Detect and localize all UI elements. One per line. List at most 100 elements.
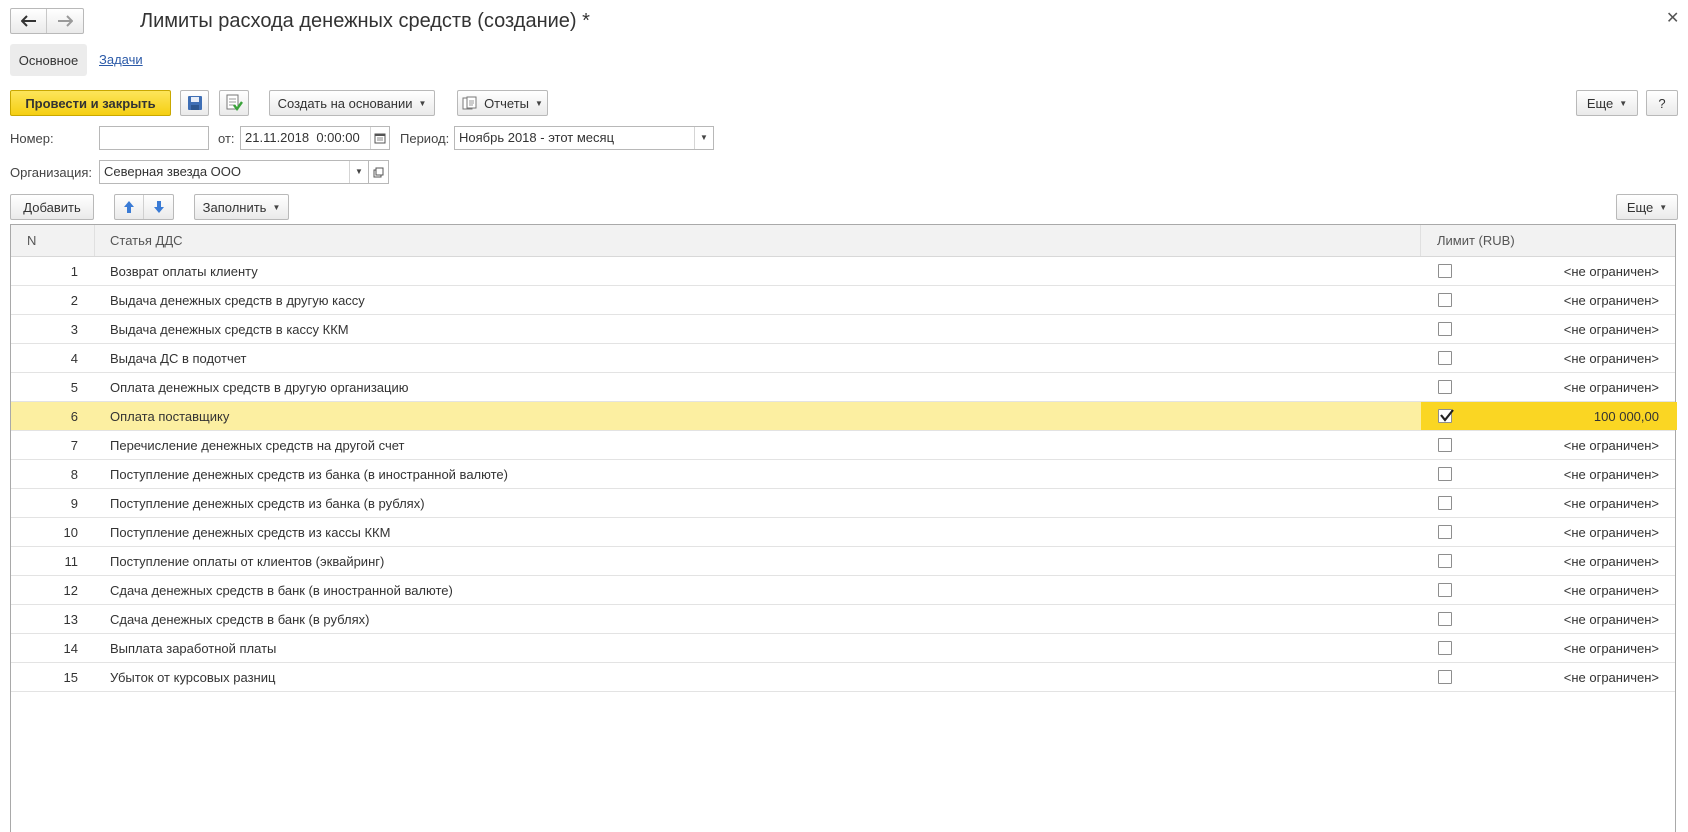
move-up-button[interactable]	[115, 195, 144, 219]
chevron-down-icon: ▼	[272, 202, 281, 212]
organization-field[interactable]: Северная звезда ООО ▼	[99, 160, 369, 184]
row-number: 5	[70, 380, 78, 395]
limit-checkbox[interactable]	[1438, 670, 1452, 684]
row-limit-value[interactable]: <не ограничен>	[1564, 431, 1659, 460]
chevron-down-icon: ▼	[355, 167, 363, 176]
row-item-name[interactable]: Возврат оплаты клиенту	[110, 257, 258, 286]
create-based-on-button[interactable]: Создать на основании ▼	[269, 90, 435, 116]
table-row[interactable]: 8 Поступление денежных средств из банка (…	[11, 460, 1675, 489]
row-item-name[interactable]: Оплата поставщику	[110, 402, 229, 431]
table-row[interactable]: 1 Возврат оплаты клиенту <не ограничен>	[11, 257, 1675, 286]
date-field[interactable]: 21.11.2018 0:00:00	[240, 126, 390, 150]
table-row[interactable]: 4 Выдача ДС в подотчет <не ограничен>	[11, 344, 1675, 373]
row-item-name[interactable]: Выплата заработной платы	[110, 634, 276, 663]
floppy-disk-icon	[187, 96, 202, 110]
row-limit-value[interactable]: <не ограничен>	[1564, 315, 1659, 344]
reports-button[interactable]: Отчеты ▼	[457, 90, 548, 116]
limit-checkbox[interactable]	[1438, 583, 1452, 597]
chevron-down-icon: ▼	[700, 133, 708, 142]
row-limit-value[interactable]: <не ограничен>	[1564, 460, 1659, 489]
organization-open-button[interactable]	[368, 160, 389, 184]
table-row[interactable]: 13 Сдача денежных средств в банк (в рубля…	[11, 605, 1675, 634]
row-limit-value[interactable]: <не ограничен>	[1564, 663, 1659, 692]
table-row[interactable]: 10 Поступление денежных средств из кассы …	[11, 518, 1675, 547]
row-limit-value[interactable]: <не ограничен>	[1564, 547, 1659, 576]
row-limit-value[interactable]: <не ограничен>	[1564, 518, 1659, 547]
table-row[interactable]: 3 Выдача денежных средств в кассу ККМ <не …	[11, 315, 1675, 344]
row-item-name[interactable]: Поступление денежных средств из банка (в…	[110, 460, 508, 489]
limit-checkbox[interactable]	[1438, 438, 1452, 452]
limit-checkbox[interactable]	[1438, 293, 1452, 307]
table-row[interactable]: 15 Убыток от курсовых разниц <не ограничен…	[11, 663, 1675, 692]
save-button[interactable]	[180, 90, 209, 116]
organization-dropdown-button[interactable]: ▼	[349, 161, 368, 183]
limit-checkbox[interactable]	[1438, 496, 1452, 510]
fill-label: Заполнить	[202, 199, 267, 215]
table-row[interactable]: 2 Выдача денежных средств в другую кассу <…	[11, 286, 1675, 315]
table-row[interactable]: 14 Выплата заработной платы <не ограничен>	[11, 634, 1675, 663]
row-item-name[interactable]: Поступление денежных средств из кассы КК…	[110, 518, 390, 547]
row-limit-value[interactable]: <не ограничен>	[1564, 576, 1659, 605]
number-field[interactable]	[99, 126, 209, 150]
row-limit-value[interactable]: <не ограничен>	[1564, 373, 1659, 402]
column-header-limit[interactable]: Лимит (RUB)	[1437, 225, 1515, 256]
limit-checkbox[interactable]	[1438, 264, 1452, 278]
column-header-item[interactable]: Статья ДДС	[110, 225, 183, 256]
row-limit-value[interactable]: <не ограничен>	[1564, 605, 1659, 634]
row-item-name[interactable]: Выдача ДС в подотчет	[110, 344, 246, 373]
row-item-name[interactable]: Выдача денежных средств в другую кассу	[110, 286, 365, 315]
row-item-name[interactable]: Сдача денежных средств в банк (в иностра…	[110, 576, 453, 605]
period-field[interactable]: Ноябрь 2018 - этот месяц ▼	[454, 126, 714, 150]
chevron-down-icon: ▼	[535, 98, 543, 108]
row-item-name[interactable]: Поступление денежных средств из банка (в…	[110, 489, 425, 518]
calendar-button[interactable]	[370, 127, 389, 149]
row-item-name[interactable]: Убыток от курсовых разниц	[110, 663, 275, 692]
back-button[interactable]	[11, 9, 48, 33]
more-button[interactable]: Еще ▼	[1576, 90, 1638, 116]
table-row[interactable]: 12 Сдача денежных средств в банк (в иност…	[11, 576, 1675, 605]
row-limit-value[interactable]: <не ограничен>	[1564, 634, 1659, 663]
limit-checkbox[interactable]	[1438, 525, 1452, 539]
row-item-name[interactable]: Сдача денежных средств в банк (в рублях)	[110, 605, 369, 634]
limit-checkbox[interactable]	[1438, 467, 1452, 481]
table-row[interactable]: 6 Оплата поставщику 100 000,00	[11, 402, 1677, 431]
limit-checkbox[interactable]	[1438, 322, 1452, 336]
forward-button[interactable]	[47, 9, 83, 33]
arrow-down-icon	[153, 201, 164, 213]
row-item-name[interactable]: Поступление оплаты от клиентов (эквайрин…	[110, 547, 384, 576]
post-button[interactable]	[219, 90, 249, 116]
limit-checkbox[interactable]	[1438, 380, 1452, 394]
tab-main[interactable]: Основное	[10, 44, 87, 76]
limit-checkbox[interactable]	[1438, 409, 1454, 423]
row-item-name[interactable]: Выдача денежных средств в кассу ККМ	[110, 315, 349, 344]
row-number: 6	[70, 409, 78, 424]
table-row[interactable]: 9 Поступление денежных средств из банка (…	[11, 489, 1675, 518]
post-and-close-button[interactable]: Провести и закрыть	[10, 90, 171, 116]
table-row[interactable]: 11 Поступление оплаты от клиентов (эквайр…	[11, 547, 1675, 576]
row-item-name[interactable]: Оплата денежных средств в другую организ…	[110, 373, 409, 402]
row-item-name[interactable]: Перечисление денежных средств на другой …	[110, 431, 405, 460]
row-limit-value[interactable]: <не ограничен>	[1564, 344, 1659, 373]
table-more-button[interactable]: Еще ▼	[1616, 194, 1678, 220]
table-row[interactable]: 7 Перечисление денежных средств на другой…	[11, 431, 1675, 460]
more-label: Еще	[1586, 95, 1614, 111]
limit-checkbox[interactable]	[1438, 351, 1452, 365]
add-row-button[interactable]: Добавить	[10, 194, 94, 220]
move-down-button[interactable]	[144, 195, 173, 219]
help-button[interactable]: ?	[1646, 90, 1678, 116]
tab-tasks[interactable]: Задачи	[99, 52, 143, 67]
row-limit-value[interactable]: <не ограничен>	[1564, 257, 1659, 286]
fill-button[interactable]: Заполнить ▼	[194, 194, 289, 220]
tab-main-label: Основное	[18, 52, 79, 68]
limit-checkbox[interactable]	[1438, 612, 1452, 626]
table-row[interactable]: 5 Оплата денежных средств в другую органи…	[11, 373, 1675, 402]
row-limit-value[interactable]: <не ограничен>	[1564, 286, 1659, 315]
limit-checkbox[interactable]	[1438, 554, 1452, 568]
row-limit-value[interactable]: 100 000,00	[1594, 402, 1659, 431]
limit-checkbox[interactable]	[1438, 641, 1452, 655]
period-dropdown-button[interactable]: ▼	[694, 127, 713, 149]
close-icon[interactable]: ✕	[1666, 8, 1679, 28]
column-header-n[interactable]: N	[27, 225, 36, 256]
limits-table[interactable]: N Статья ДДС Лимит (RUB) 1 Возврат оплаты…	[10, 224, 1677, 832]
row-limit-value[interactable]: <не ограничен>	[1564, 489, 1659, 518]
